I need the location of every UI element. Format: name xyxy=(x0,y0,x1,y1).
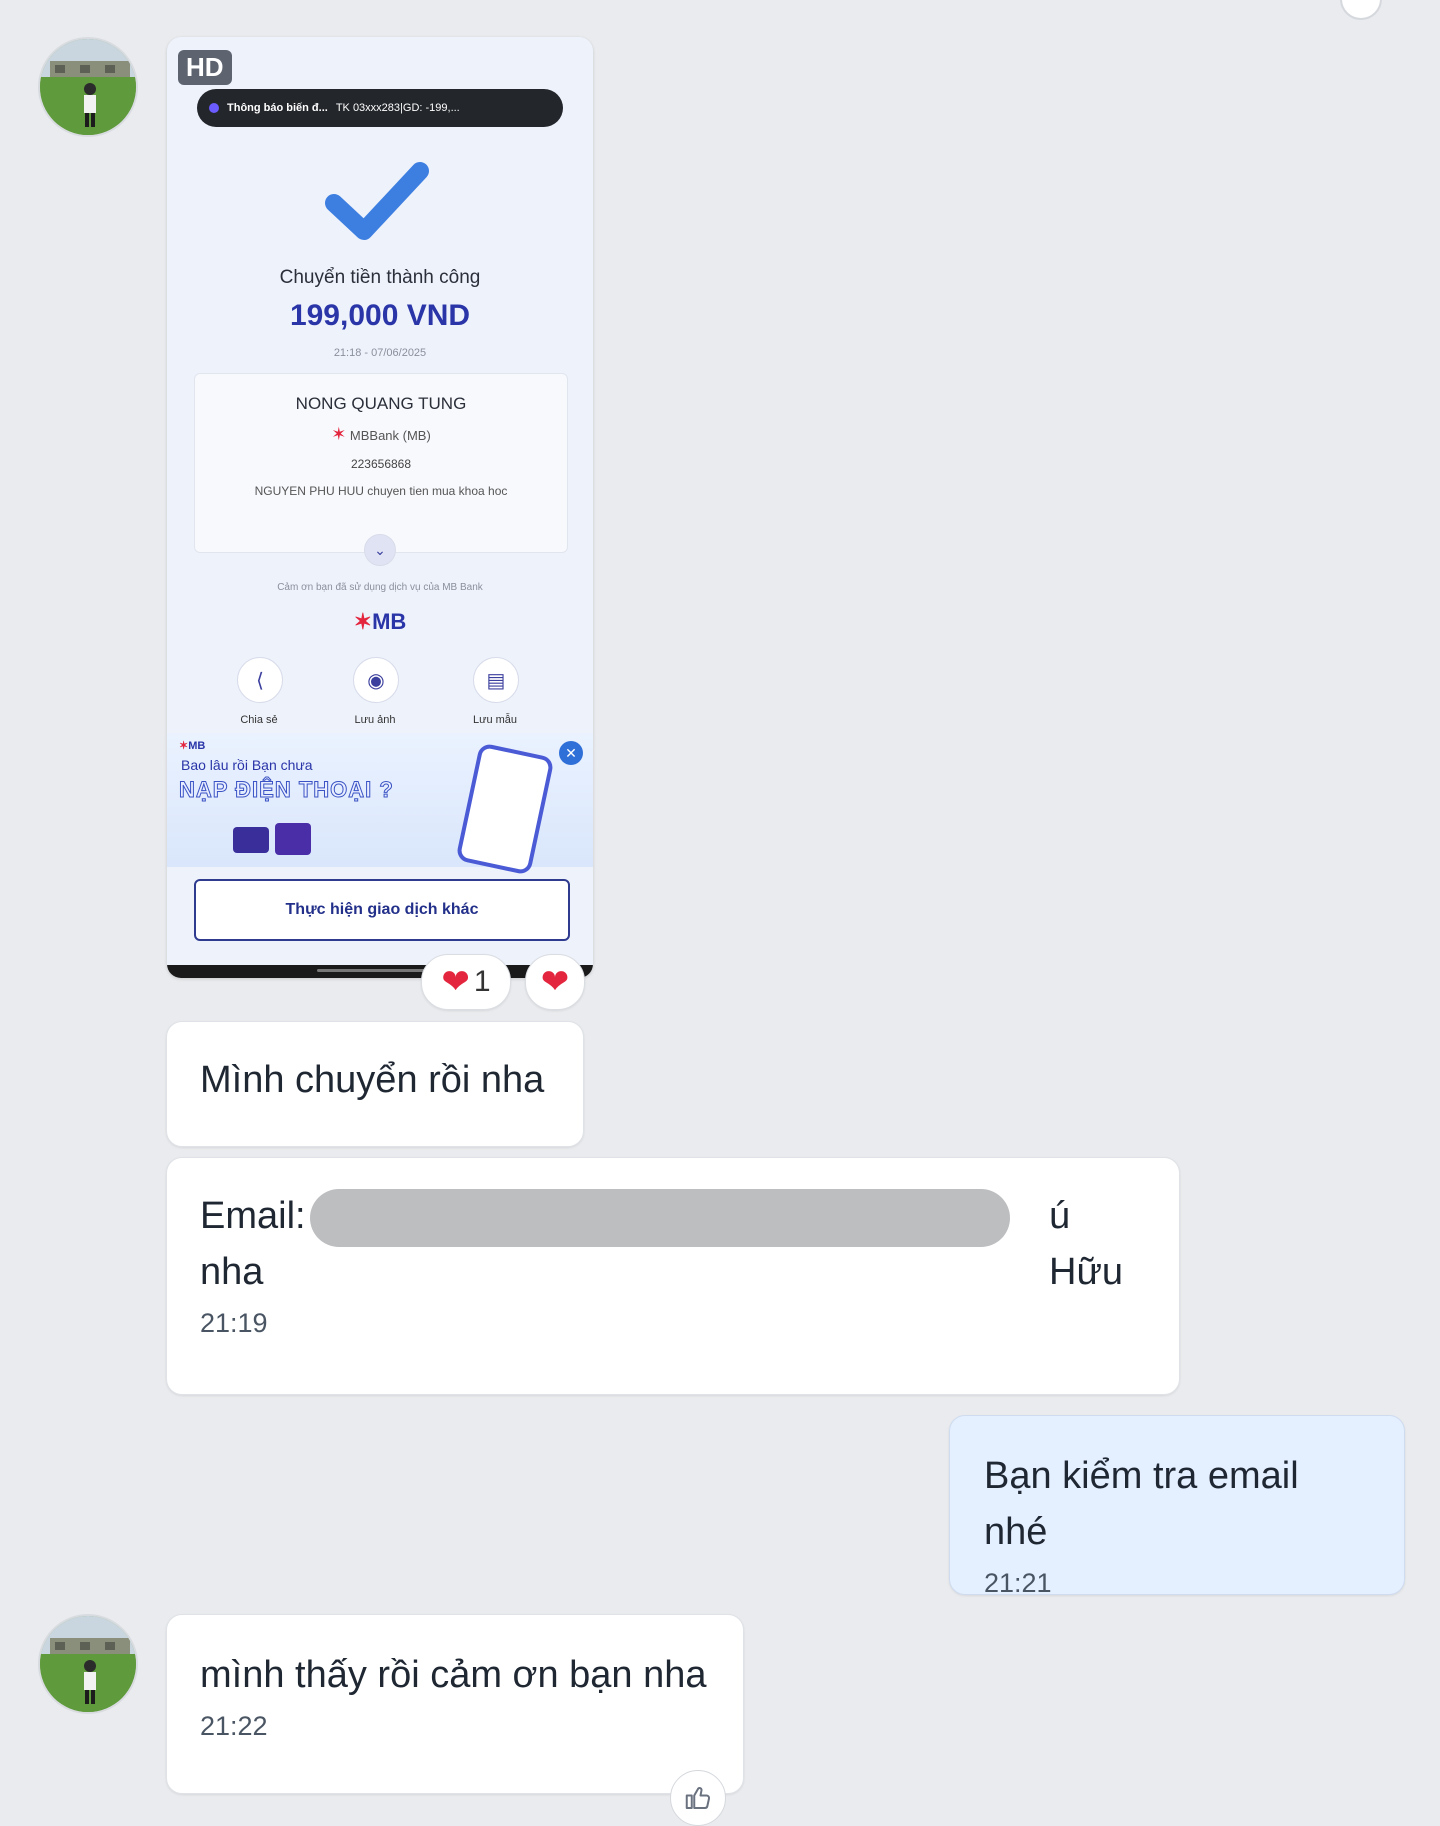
banner-line2: NẠP ĐIỆN THOẠI ? xyxy=(179,777,394,803)
mb-star-icon: ✶ xyxy=(331,424,347,444)
action-label-save-image: Lưu ảnh xyxy=(354,714,396,726)
message-bubble[interactable]: mình thấy rồi cảm ơn bạn nha 21:22 xyxy=(166,1614,744,1794)
avatar-photo xyxy=(40,39,136,135)
image-attachment[interactable]: Thông báo biến đ... TK 03xxx283|GD: -199… xyxy=(167,37,593,978)
heart-icon: ❤ xyxy=(441,963,470,1001)
promo-banner[interactable]: ✶MB Bao lâu rồi Bạn chưa NẠP ĐIỆN THOẠI … xyxy=(167,733,593,876)
banner-line1: Bao lâu rồi Bạn chưa xyxy=(181,757,313,773)
share-icon[interactable]: ⟨ xyxy=(237,657,283,703)
hd-badge: HD xyxy=(178,50,232,85)
message-time: 21:21 xyxy=(984,1568,1052,1598)
action-label-save-template: Lưu mẫu xyxy=(472,714,518,726)
redaction-overlay xyxy=(310,1189,1010,1247)
notification-banner: Thông báo biến đ... TK 03xxx283|GD: -199… xyxy=(197,89,563,127)
notification-title: Thông báo biến đ... xyxy=(227,102,328,114)
template-icon[interactable]: ▤ xyxy=(473,657,519,703)
heart-icon: ❤ xyxy=(540,963,570,1001)
bank-name: MBBank (MB) xyxy=(349,428,431,443)
reaction-heart-count[interactable]: ❤ 1 xyxy=(421,954,511,1010)
avatar[interactable] xyxy=(38,37,138,137)
expand-details-button[interactable]: ⌄ xyxy=(364,534,396,566)
banner-button-1 xyxy=(233,827,269,853)
mb-logo: ✶MB xyxy=(353,609,407,634)
other-transaction-button[interactable]: Thực hiện giao dịch khác xyxy=(194,879,570,941)
phone-illustration xyxy=(455,742,555,876)
account-number: 223656868 xyxy=(350,457,412,471)
message-bubble-outgoing[interactable]: Bạn kiểm tra email nhé 21:21 xyxy=(949,1415,1405,1598)
banner-brand: ✶MB xyxy=(179,740,206,752)
message-text: mình thấy rồi cảm ơn bạn nha xyxy=(200,1654,707,1696)
notification-body: TK 03xxx283|GD: -199,... xyxy=(335,102,460,114)
recipient-name: NONG QUANG TUNG xyxy=(295,394,467,413)
checkmark-icon xyxy=(325,162,429,240)
mb-star-icon: ✶ xyxy=(353,609,373,634)
banner-button-2 xyxy=(275,823,311,855)
transfer-datetime: 21:18 - 07/06/2025 xyxy=(333,347,427,359)
message-text-line2: nha xyxy=(200,1251,264,1293)
like-reaction-button[interactable] xyxy=(670,1770,726,1826)
email-label: Email: xyxy=(200,1195,306,1237)
add-reaction-button[interactable]: ❤ xyxy=(525,954,585,1010)
camera-icon[interactable]: ◉ xyxy=(353,657,399,703)
scroll-to-bottom-button[interactable] xyxy=(1340,0,1382,20)
transfer-note: NGUYEN PHU HUU chuyen tien mua khoa hoc xyxy=(254,484,508,498)
message-text: Bạn kiểm tra email nhé xyxy=(984,1455,1299,1553)
transfer-amount: 199,000 VND xyxy=(289,299,471,332)
message-text: Mình chuyển rồi nha xyxy=(200,1059,545,1101)
avatar-photo xyxy=(40,1616,136,1712)
close-icon[interactable]: ✕ xyxy=(559,741,583,765)
message-suffix: ú Hữu xyxy=(1049,1195,1124,1293)
recipient-card: NONG QUANG TUNG ✶ MBBank (MB) 223656868 … xyxy=(194,373,568,553)
bank-row: ✶ MBBank (MB) xyxy=(195,424,567,445)
message-time: 21:19 xyxy=(200,1308,268,1338)
thumbs-up-icon xyxy=(685,1787,711,1809)
avatar[interactable] xyxy=(38,1614,138,1714)
action-label-share: Chia sẻ xyxy=(240,714,278,726)
thanks-text: Cảm ơn bạn đã sử dụng dịch vụ của MB Ban… xyxy=(277,582,483,593)
app-icon xyxy=(209,103,219,113)
reaction-count: 1 xyxy=(473,965,491,998)
message-bubble[interactable]: Mình chuyển rồi nha xyxy=(166,1021,584,1147)
success-title: Chuyển tiền thành công xyxy=(279,267,481,288)
message-time: 21:22 xyxy=(200,1711,268,1741)
